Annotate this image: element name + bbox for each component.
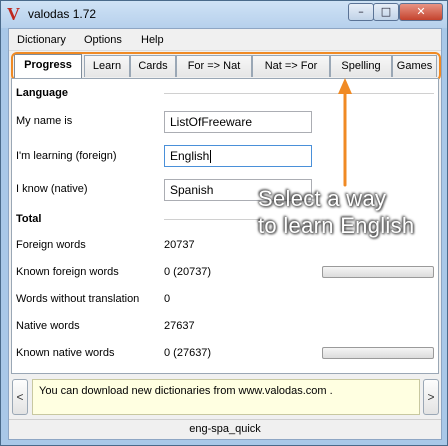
total-divider	[164, 219, 264, 220]
stat-label: Known foreign words	[16, 266, 119, 278]
known-foreign-progress-bar	[322, 266, 434, 278]
stat-label: Foreign words	[16, 239, 86, 251]
tip-message: You can download new dictionaries from w…	[32, 379, 420, 415]
tab-strip: Progress Learn Cards For => Nat Nat => F…	[14, 54, 437, 78]
stat-label: Native words	[16, 320, 80, 332]
language-section-title: Language	[16, 87, 68, 99]
close-button[interactable]: ✕	[399, 3, 443, 21]
tab-nat-for[interactable]: Nat => For	[252, 55, 330, 77]
native-language-label: I know (native)	[16, 183, 88, 195]
tab-games[interactable]: Games	[392, 55, 437, 77]
app-logo-icon: V	[7, 4, 20, 24]
stat-label: Words without translation	[16, 293, 140, 305]
menu-dictionary[interactable]: Dictionary	[17, 34, 66, 46]
name-field[interactable]: ListOfFreeware	[164, 111, 312, 133]
stat-value: 27637	[164, 320, 195, 332]
stat-value: 20737	[164, 239, 195, 251]
tab-learn[interactable]: Learn	[84, 55, 130, 77]
foreign-language-label: I'm learning (foreign)	[16, 150, 117, 162]
menu-help[interactable]: Help	[141, 34, 164, 46]
status-bar: eng-spa_quick	[9, 419, 441, 439]
stat-value: 0 (27637)	[164, 347, 212, 359]
total-section-title: Total	[16, 213, 42, 225]
next-message-button[interactable]: >	[423, 379, 439, 415]
tab-spelling[interactable]: Spelling	[330, 55, 392, 77]
current-dictionary: eng-spa_quick	[189, 423, 261, 435]
text-caret	[210, 150, 212, 164]
stat-value: 0 (20737)	[164, 266, 212, 278]
language-divider	[164, 93, 434, 94]
foreign-language-field[interactable]: English	[164, 145, 312, 167]
maximize-button[interactable]: □	[373, 3, 399, 21]
tab-progress[interactable]: Progress	[14, 54, 82, 78]
stat-value: 0	[164, 293, 171, 305]
menu-bar: Dictionary Options Help	[9, 29, 441, 51]
known-native-progress-bar	[322, 347, 434, 359]
callout-text: Select a way to learn English	[258, 185, 414, 239]
previous-message-button[interactable]: <	[12, 379, 28, 415]
window-title: valodas 1.72	[28, 7, 97, 21]
callout-line-1: Select a way	[258, 186, 387, 211]
tab-cards[interactable]: Cards	[130, 55, 176, 77]
menu-options[interactable]: Options	[84, 34, 122, 46]
minimize-button[interactable]: –	[348, 3, 374, 21]
stat-label: Known native words	[16, 347, 115, 359]
callout-line-2: to learn English	[258, 213, 415, 238]
title-bar[interactable]: V valodas 1.72 – □ ✕	[1, 1, 447, 28]
message-area: < You can download new dictionaries from…	[12, 377, 439, 417]
foreign-language-value: English	[170, 149, 210, 163]
tab-for-nat[interactable]: For => Nat	[176, 55, 252, 77]
name-label: My name is	[16, 115, 73, 127]
